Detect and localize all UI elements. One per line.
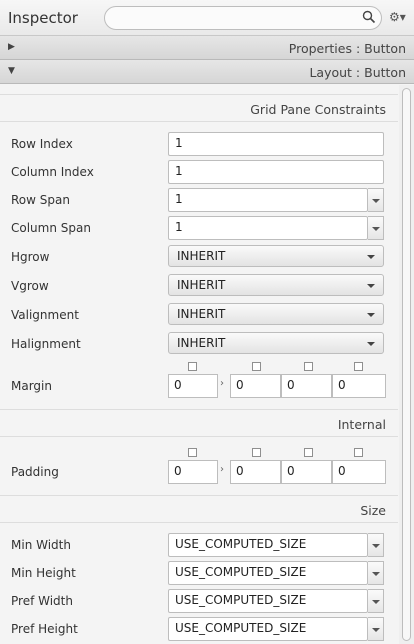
margin-bottom-link-checkbox[interactable]	[304, 362, 313, 371]
gear-icon[interactable]: ⚙▾	[389, 10, 409, 26]
margin-label: Margin	[11, 379, 52, 393]
row-span-dropdown-button[interactable]	[368, 188, 384, 212]
link-arrow-icon: ›	[220, 464, 224, 475]
vgrow-value: INHERIT	[177, 278, 226, 292]
margin-right-field[interactable]: 0	[230, 374, 281, 398]
chevron-down-icon	[367, 313, 375, 317]
properties-accordion[interactable]: ▶ Properties : Button	[0, 36, 414, 60]
margin-right-link-checkbox[interactable]	[252, 362, 261, 371]
padding-top-field[interactable]: 0	[168, 460, 218, 484]
section-size: Size	[0, 495, 398, 523]
min-width-dropdown-button[interactable]	[368, 533, 384, 557]
padding-left-field[interactable]: 0	[332, 460, 386, 484]
column-index-field[interactable]: 1	[168, 160, 384, 184]
min-width-label: Min Width	[11, 538, 71, 552]
section-title: Internal	[337, 417, 386, 432]
inspector-header: Inspector ⚙▾	[0, 0, 414, 36]
layout-accordion-label: Layout : Button	[309, 65, 406, 80]
properties-accordion-label: Properties : Button	[288, 41, 406, 56]
min-width-field[interactable]: USE_COMPUTED_SIZE	[168, 533, 368, 557]
vgrow-combo[interactable]: INHERIT	[168, 274, 384, 296]
valignment-label: Valignment	[11, 308, 79, 322]
min-height-label: Min Height	[11, 566, 76, 580]
layout-accordion[interactable]: ▼ Layout : Button	[0, 60, 414, 84]
section-grid-pane-constraints: Grid Pane Constraints	[0, 94, 398, 122]
margin-top-link-checkbox[interactable]	[188, 362, 197, 371]
padding-right-link-checkbox[interactable]	[252, 448, 261, 457]
column-span-label: Column Span	[11, 221, 91, 235]
margin-left-field[interactable]: 0	[332, 374, 386, 398]
scrollbar-thumb[interactable]	[402, 88, 411, 641]
chevron-down-icon	[367, 342, 375, 346]
pref-height-dropdown-button[interactable]	[368, 617, 384, 641]
chevron-down-icon	[367, 284, 375, 288]
pref-height-label: Pref Height	[11, 622, 78, 636]
margin-bottom-field[interactable]: 0	[281, 374, 332, 398]
halignment-value: INHERIT	[177, 336, 226, 350]
hgrow-value: INHERIT	[177, 249, 226, 263]
hgrow-combo[interactable]: INHERIT	[168, 245, 384, 267]
halignment-label: Halignment	[11, 337, 81, 351]
row-span-field[interactable]: 1	[168, 188, 368, 212]
row-span-label: Row Span	[11, 193, 70, 207]
margin-left-link-checkbox[interactable]	[354, 362, 363, 371]
link-arrow-icon: ›	[220, 378, 224, 389]
section-title: Grid Pane Constraints	[250, 102, 386, 117]
section-internal: Internal	[0, 409, 398, 437]
valignment-value: INHERIT	[177, 307, 226, 321]
expanded-arrow-icon: ▼	[8, 66, 15, 76]
padding-bottom-field[interactable]: 0	[281, 460, 332, 484]
inspector-title: Inspector	[8, 9, 78, 27]
hgrow-label: Hgrow	[11, 250, 50, 264]
section-title: Size	[360, 503, 386, 518]
vgrow-label: Vgrow	[11, 279, 49, 293]
column-index-label: Column Index	[11, 165, 94, 179]
collapsed-arrow-icon: ▶	[8, 42, 15, 52]
column-span-field[interactable]: 1	[168, 216, 368, 240]
search-icon[interactable]	[362, 10, 376, 24]
padding-top-link-checkbox[interactable]	[188, 448, 197, 457]
min-height-dropdown-button[interactable]	[368, 561, 384, 585]
row-index-field[interactable]: 1	[168, 132, 384, 156]
pref-width-label: Pref Width	[11, 594, 73, 608]
margin-top-field[interactable]: 0	[168, 374, 218, 398]
row-index-label: Row Index	[11, 137, 73, 151]
padding-bottom-link-checkbox[interactable]	[304, 448, 313, 457]
pref-width-dropdown-button[interactable]	[368, 589, 384, 613]
valignment-combo[interactable]: INHERIT	[168, 303, 384, 325]
pref-width-field[interactable]: USE_COMPUTED_SIZE	[168, 589, 368, 613]
padding-right-field[interactable]: 0	[230, 460, 281, 484]
padding-left-link-checkbox[interactable]	[354, 448, 363, 457]
padding-label: Padding	[11, 465, 59, 479]
layout-content: Grid Pane Constraints Row Index 1 Column…	[0, 85, 398, 644]
pref-height-field[interactable]: USE_COMPUTED_SIZE	[168, 617, 368, 641]
chevron-down-icon	[367, 255, 375, 259]
column-span-dropdown-button[interactable]	[368, 216, 384, 240]
halignment-combo[interactable]: INHERIT	[168, 332, 384, 354]
search-input[interactable]	[104, 6, 382, 30]
min-height-field[interactable]: USE_COMPUTED_SIZE	[168, 561, 368, 585]
